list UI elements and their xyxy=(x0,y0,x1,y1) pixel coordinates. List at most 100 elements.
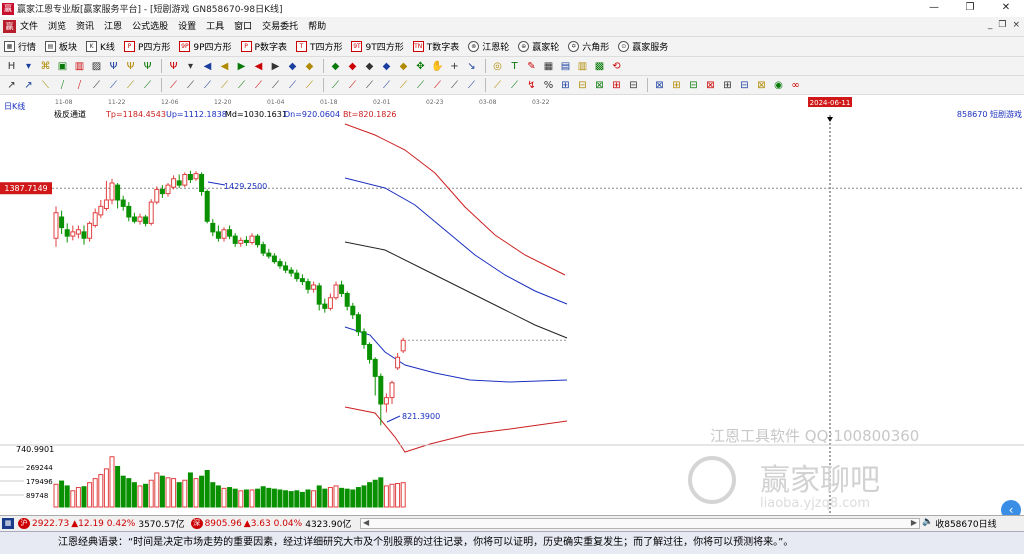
gann-tool-icon[interactable]: ∞ xyxy=(788,78,803,93)
toolbar-button-blocks[interactable]: ▤ 板块 xyxy=(41,38,82,56)
gann-tool-icon[interactable]: ⟋ xyxy=(447,78,462,93)
market-grid-icon[interactable]: ▦ xyxy=(2,518,14,529)
gann-tool-icon[interactable]: ⟋ xyxy=(200,78,215,93)
draw-tool-icon[interactable]: ▤ xyxy=(558,59,573,74)
gann-tool-icon[interactable]: ⊞ xyxy=(558,78,573,93)
gann-tool-icon[interactable]: ◉ xyxy=(771,78,786,93)
draw-tool-icon[interactable]: ◆ xyxy=(285,59,300,74)
toolbar-button-grid[interactable]: ▦ 行情 xyxy=(0,38,41,56)
menu-gann[interactable]: 江恩 xyxy=(99,18,127,36)
toolbar-button-t-table[interactable]: TN T数字表 xyxy=(409,38,465,56)
gann-tool-icon[interactable]: ⊟ xyxy=(686,78,701,93)
gann-tool-icon[interactable]: ⟋ xyxy=(328,78,343,93)
draw-tool-icon[interactable]: ▾ xyxy=(183,59,198,74)
gann-tool-icon[interactable]: ⟋ xyxy=(217,78,232,93)
gann-tool-icon[interactable]: ⊟ xyxy=(575,78,590,93)
gann-tool-icon[interactable]: ⟋ xyxy=(183,78,198,93)
gann-tool-icon[interactable]: ⊠ xyxy=(703,78,718,93)
gann-tool-icon[interactable]: ⟋ xyxy=(251,78,266,93)
gann-tool-icon[interactable]: ⊟ xyxy=(737,78,752,93)
gann-tool-icon[interactable]: ⟋ xyxy=(379,78,394,93)
gann-tool-icon[interactable]: ⟋ xyxy=(268,78,283,93)
toolbar-button-9p-square[interactable]: 9P 9P四方形 xyxy=(175,38,236,56)
chart-area[interactable]: 日K线 11-08 11-22 12-06 12-20 01-04 01-18 02-01 02… xyxy=(0,95,1024,520)
gann-tool-icon[interactable]: ⟋ xyxy=(285,78,300,93)
toolbar-button-kline[interactable]: K K线 xyxy=(82,38,120,56)
gann-tool-icon[interactable]: ↯ xyxy=(524,78,539,93)
gann-tool-icon[interactable]: ⧸ xyxy=(55,78,70,93)
toolbar-button-p-square[interactable]: P P四方形 xyxy=(120,38,175,56)
gann-tool-icon[interactable]: ⊠ xyxy=(592,78,607,93)
minimize-button[interactable]: — xyxy=(916,0,952,17)
draw-tool-icon[interactable]: ✥ xyxy=(413,59,428,74)
draw-tool-icon[interactable]: ✎ xyxy=(524,59,539,74)
gann-tool-icon[interactable]: ⟋ xyxy=(464,78,479,93)
gann-tool-icon[interactable]: ⟋ xyxy=(302,78,317,93)
scroll-right-icon[interactable]: ▶ xyxy=(911,518,917,527)
draw-tool-icon[interactable]: ✋ xyxy=(430,59,445,74)
toolbar-button-hexagon[interactable]: ✡ 六角形 xyxy=(564,38,614,56)
gann-tool-icon[interactable]: ⟋ xyxy=(123,78,138,93)
menu-file[interactable]: 文件 xyxy=(20,18,43,36)
draw-tool-icon[interactable]: ▨ xyxy=(89,59,104,74)
child-minimize-button[interactable]: _ xyxy=(988,20,993,30)
draw-tool-icon[interactable]: ▶ xyxy=(268,59,283,74)
gann-tool-icon[interactable]: ⟋ xyxy=(396,78,411,93)
scroll-left-icon[interactable]: ◀ xyxy=(363,518,369,527)
draw-tool-icon[interactable]: Ψ xyxy=(166,59,181,74)
draw-tool-icon[interactable]: ▥ xyxy=(72,59,87,74)
toolbar-button-t-square[interactable]: T T四方形 xyxy=(292,38,348,56)
toolbar-button-service[interactable]: ⊙ 赢家服务 xyxy=(614,38,673,56)
draw-tool-icon[interactable]: ◆ xyxy=(396,59,411,74)
draw-tool-icon[interactable]: Ψ xyxy=(140,59,155,74)
gann-tool-icon[interactable]: ⟋ xyxy=(166,78,181,93)
draw-tool-icon[interactable]: ⌘ xyxy=(38,59,53,74)
draw-tool-icon[interactable]: ◀ xyxy=(217,59,232,74)
toolbar-button-9t-square[interactable]: 9T 9T四方形 xyxy=(347,38,408,56)
gann-tool-icon[interactable]: ⟋ xyxy=(140,78,155,93)
gann-tool-icon[interactable]: ⟋ xyxy=(490,78,505,93)
draw-tool-icon[interactable]: ▥ xyxy=(575,59,590,74)
draw-tool-icon[interactable]: ▶ xyxy=(234,59,249,74)
menu-settings[interactable]: 设置 xyxy=(173,18,201,36)
draw-tool-icon[interactable]: ↘ xyxy=(464,59,479,74)
draw-tool-icon[interactable]: ▣ xyxy=(55,59,70,74)
gann-tool-icon[interactable]: ⟋ xyxy=(413,78,428,93)
draw-tool-icon[interactable]: ◆ xyxy=(379,59,394,74)
draw-tool-icon[interactable]: ◆ xyxy=(362,59,377,74)
gann-tool-icon[interactable]: ⊞ xyxy=(720,78,735,93)
draw-tool-icon[interactable]: ◀ xyxy=(200,59,215,74)
draw-tool-icon[interactable]: Ψ xyxy=(123,59,138,74)
draw-tool-icon[interactable]: ⟲ xyxy=(609,59,624,74)
gann-tool-icon[interactable]: ⟋ xyxy=(234,78,249,93)
gann-tool-icon[interactable]: ⟋ xyxy=(89,78,104,93)
gann-tool-icon[interactable]: ⊞ xyxy=(609,78,624,93)
gann-tool-icon[interactable]: ⟋ xyxy=(106,78,121,93)
gann-tool-icon[interactable]: ⟋ xyxy=(362,78,377,93)
draw-tool-icon[interactable]: ▾ xyxy=(21,59,36,74)
toolbar-button-gann-wheel[interactable]: ⊗ 江恩轮 xyxy=(464,38,514,56)
gann-tool-icon[interactable]: ⊠ xyxy=(754,78,769,93)
draw-tool-icon[interactable]: T xyxy=(507,59,522,74)
gann-tool-icon[interactable]: ⟍ xyxy=(38,78,53,93)
gann-tool-icon[interactable]: ⧸ xyxy=(72,78,87,93)
gann-tool-icon[interactable]: ⟋ xyxy=(345,78,360,93)
menu-formula[interactable]: 公式选股 xyxy=(127,18,173,36)
draw-tool-icon[interactable]: ◀ xyxy=(251,59,266,74)
draw-tool-icon[interactable]: + xyxy=(447,59,462,74)
menu-tools[interactable]: 工具 xyxy=(201,18,229,36)
menu-browse[interactable]: 浏览 xyxy=(43,18,71,36)
menu-info[interactable]: 资讯 xyxy=(71,18,99,36)
draw-tool-icon[interactable]: Ψ xyxy=(106,59,121,74)
child-close-button[interactable]: × xyxy=(1012,20,1020,30)
draw-tool-icon[interactable]: ▦ xyxy=(541,59,556,74)
child-restore-button[interactable]: ❐ xyxy=(998,20,1006,30)
gann-tool-icon[interactable]: ⊟ xyxy=(626,78,641,93)
gann-tool-icon[interactable]: ↗ xyxy=(4,78,19,93)
menu-window[interactable]: 窗口 xyxy=(229,18,257,36)
menu-help[interactable]: 帮助 xyxy=(303,18,331,36)
draw-tool-icon[interactable]: ◆ xyxy=(328,59,343,74)
toolbar-button-p-table[interactable]: P P数字表 xyxy=(237,38,292,56)
gann-tool-icon[interactable]: % xyxy=(541,78,556,93)
kline-chart[interactable]: 日K线 11-08 11-22 12-06 12-20 01-04 01-18 02-01 02… xyxy=(0,95,1024,515)
